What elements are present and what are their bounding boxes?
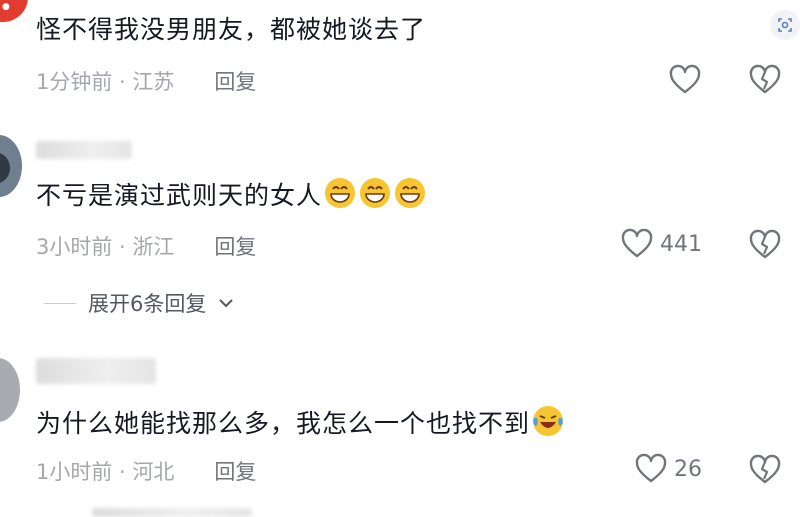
comment-meta: 1小时前 · 河北 回复 [36, 456, 256, 486]
comment-text: 为什么她能找那么多，我怎么一个也找不到 [36, 404, 565, 440]
comment-text: 怪不得我没男朋友，都被她谈去了 [36, 15, 427, 44]
avatar[interactable]: ● [0, 0, 28, 22]
grinning-emoji-icon [360, 178, 391, 208]
broken-heart-icon [749, 454, 781, 484]
grinning-emoji-icon [395, 178, 426, 208]
comment-text-content: 为什么她能找那么多，我怎么一个也找不到 [36, 409, 531, 438]
heart-icon [621, 228, 653, 258]
comment-meta: 1分钟前 · 江苏 回复 [36, 66, 256, 96]
dislike-button[interactable] [748, 454, 782, 490]
heart-icon [669, 64, 701, 94]
reply-button[interactable]: 回复 [214, 235, 256, 259]
expand-replies-label: 展开6条回复 [88, 292, 207, 316]
grinning-emoji-icon [325, 178, 356, 208]
comment-meta: 3小时前 · 浙江 回复 [36, 231, 256, 261]
heart-icon [635, 453, 667, 483]
reply-button[interactable]: 回复 [214, 460, 256, 484]
dislike-button[interactable] [748, 229, 782, 265]
chevron-down-icon [219, 299, 234, 308]
like-button[interactable]: 441 [620, 228, 702, 260]
broken-heart-icon [749, 64, 781, 94]
avatar[interactable] [0, 135, 22, 197]
divider [44, 302, 76, 304]
comment-text: 不亏是演过武则天的女人 [36, 176, 427, 212]
scan-icon[interactable] [770, 10, 800, 40]
like-button[interactable]: 26 [634, 453, 702, 485]
reply-button[interactable]: 回复 [214, 70, 256, 94]
next-row-blurred [92, 508, 252, 517]
username-blurred [36, 358, 156, 384]
laughing-crying-emoji-icon [533, 406, 564, 436]
comment-time-location: 1分钟前 · 江苏 [36, 70, 175, 94]
comment-text-content: 不亏是演过武则天的女人 [36, 181, 323, 210]
avatar[interactable] [0, 358, 20, 422]
like-button[interactable] [668, 64, 702, 96]
comment-time-location: 1小时前 · 河北 [36, 460, 175, 484]
username-blurred [36, 141, 132, 159]
expand-replies-button[interactable]: 展开6条回复 [44, 288, 234, 318]
like-count: 26 [674, 456, 702, 482]
broken-heart-icon [749, 229, 781, 259]
like-count: 441 [660, 231, 702, 257]
comment-time-location: 3小时前 · 浙江 [36, 235, 175, 259]
dislike-button[interactable] [748, 64, 782, 100]
